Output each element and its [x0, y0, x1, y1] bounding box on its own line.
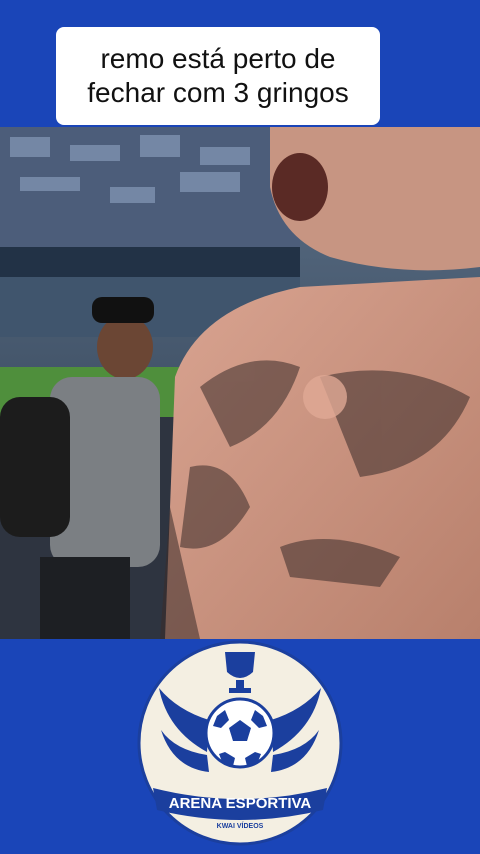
logo-subtitle: KWAI VÍDEOS — [217, 821, 264, 830]
caption-text: remo está perto de fechar com 3 gringos — [87, 43, 349, 108]
video-scene — [0, 127, 480, 639]
logo-title: ARENA ESPORTIVA — [169, 795, 312, 812]
soccer-ball-icon — [204, 697, 276, 769]
arena-esportiva-logo: ARENA ESPORTIVA KWAI VÍDEOS — [137, 640, 343, 846]
caption-box: remo está perto de fechar com 3 gringos — [56, 27, 380, 125]
video-frame[interactable] — [0, 127, 480, 639]
